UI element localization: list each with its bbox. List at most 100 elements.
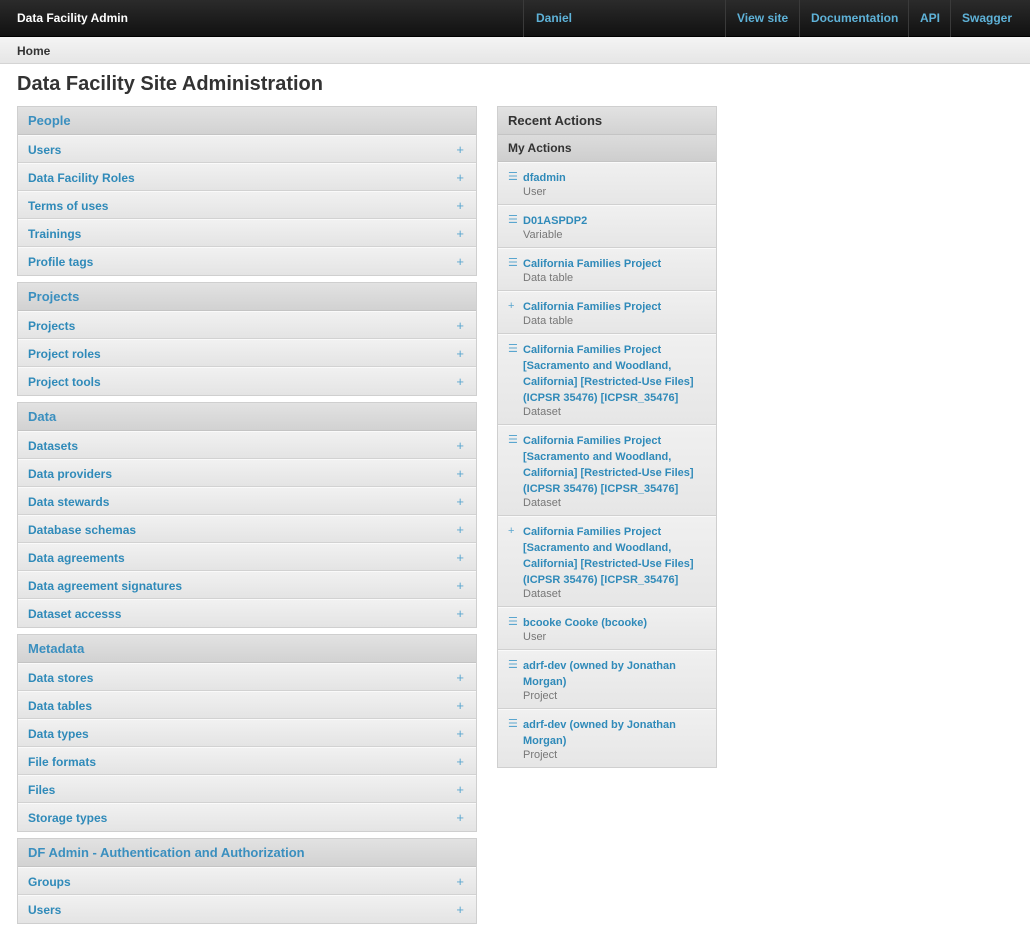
breadcrumb-home-link[interactable]: Home [17, 44, 50, 58]
add-icon: + [508, 525, 515, 537]
add-icon[interactable]: + [456, 776, 464, 803]
module-title[interactable]: Data [18, 403, 476, 431]
add-icon[interactable]: + [456, 460, 464, 487]
recent-action-link[interactable]: adrf-dev (owned by Jonathan Morgan) [523, 717, 708, 749]
model-link[interactable]: Data agreement signatures [28, 579, 182, 593]
add-icon[interactable]: + [456, 164, 464, 191]
model-link[interactable]: File formats [28, 755, 96, 769]
model-link[interactable]: Projects [28, 319, 75, 333]
model-link[interactable]: Data agreements [28, 551, 125, 565]
add-icon[interactable]: + [456, 368, 464, 395]
add-icon[interactable]: + [456, 804, 464, 831]
model-link[interactable]: Datasets [28, 439, 78, 453]
add-icon[interactable]: + [456, 896, 464, 923]
swagger-link[interactable]: Swagger [962, 11, 1012, 25]
nav-divider [950, 0, 951, 37]
module-title[interactable]: Projects [18, 283, 476, 311]
add-icon[interactable]: + [456, 600, 464, 627]
recent-action-type: Data table [523, 272, 574, 284]
page-title: Data Facility Site Administration [17, 73, 323, 95]
module-3: Metadata Data stores + Data tables + Data typ… [17, 634, 477, 832]
model-link[interactable]: Files [28, 783, 55, 797]
recent-action-type: User [523, 631, 547, 643]
add-icon[interactable]: + [456, 136, 464, 163]
recent-action-link[interactable]: bcooke Cooke (bcooke) [523, 615, 708, 631]
recent-action-link[interactable]: California Families Project [Sacramento … [523, 342, 708, 406]
recent-action-item: ☰ California Families Project Data table [498, 248, 716, 291]
model-row: Storage types + [18, 803, 476, 831]
module-0: People Users + Data Facility Roles + Terms of… [17, 106, 477, 276]
module-title[interactable]: People [18, 107, 476, 135]
model-link[interactable]: Data types [28, 727, 89, 741]
module-2: Data Datasets + Data providers + Data steward… [17, 402, 477, 628]
recent-action-link[interactable]: California Families Project [Sacramento … [523, 433, 708, 497]
my-actions-title: My Actions [498, 135, 716, 162]
model-link[interactable]: Data Facility Roles [28, 171, 135, 185]
nav-divider [523, 0, 524, 37]
add-icon[interactable]: + [456, 664, 464, 691]
model-link[interactable]: Trainings [28, 227, 81, 241]
breadcrumb: Home [0, 37, 1030, 64]
add-icon: + [508, 300, 515, 312]
add-icon[interactable]: + [456, 340, 464, 367]
app-modules: People Users + Data Facility Roles + Terms of… [17, 106, 477, 930]
site-brand[interactable]: Data Facility Admin [17, 11, 128, 25]
api-link[interactable]: API [920, 11, 940, 25]
recent-action-link[interactable]: D01ASPDP2 [523, 213, 708, 229]
add-icon[interactable]: + [456, 192, 464, 219]
add-icon[interactable]: + [456, 248, 464, 275]
recent-action-link[interactable]: California Families Project [523, 256, 708, 272]
add-icon[interactable]: + [456, 868, 464, 895]
add-icon[interactable]: + [456, 720, 464, 747]
model-link[interactable]: Data stores [28, 671, 93, 685]
add-icon[interactable]: + [456, 312, 464, 339]
recent-action-link[interactable]: California Families Project [Sacramento … [523, 524, 708, 588]
model-row: Terms of uses + [18, 191, 476, 219]
recent-actions-list: ☰ dfadmin User ☰ D01ASPDP2 Variable ☰ Californi… [498, 162, 716, 767]
model-link[interactable]: Profile tags [28, 255, 93, 269]
change-icon: ☰ [508, 718, 518, 730]
add-icon[interactable]: + [456, 748, 464, 775]
model-row: Files + [18, 775, 476, 803]
change-icon: ☰ [508, 659, 518, 671]
model-link[interactable]: Data stewards [28, 495, 109, 509]
model-link[interactable]: Users [28, 903, 61, 917]
model-link[interactable]: Groups [28, 875, 71, 889]
model-link[interactable]: Database schemas [28, 523, 136, 537]
recent-action-item: ☰ California Families Project [Sacramento… [498, 425, 716, 516]
add-icon[interactable]: + [456, 544, 464, 571]
module-title[interactable]: DF Admin - Authentication and Authorizat… [18, 839, 476, 867]
documentation-link[interactable]: Documentation [811, 11, 898, 25]
recent-action-item: ☰ California Families Project [Sacramento… [498, 334, 716, 425]
model-link[interactable]: Project tools [28, 375, 101, 389]
model-link[interactable]: Data providers [28, 467, 112, 481]
view-site-link[interactable]: View site [737, 11, 788, 25]
module-title[interactable]: Metadata [18, 635, 476, 663]
model-link[interactable]: Terms of uses [28, 199, 108, 213]
model-link[interactable]: Project roles [28, 347, 101, 361]
model-row: Data stewards + [18, 487, 476, 515]
recent-action-type: Dataset [523, 588, 561, 600]
user-menu-link[interactable]: Daniel [536, 11, 572, 25]
model-link[interactable]: Storage types [28, 811, 107, 825]
add-icon[interactable]: + [456, 488, 464, 515]
add-icon[interactable]: + [456, 220, 464, 247]
model-row: Projects + [18, 311, 476, 339]
recent-action-link[interactable]: adrf-dev (owned by Jonathan Morgan) [523, 658, 708, 690]
model-row: Data agreements + [18, 543, 476, 571]
recent-action-link[interactable]: California Families Project [523, 299, 708, 315]
recent-action-item: ☰ adrf-dev (owned by Jonathan Morgan) Proj… [498, 650, 716, 709]
nav-divider [908, 0, 909, 37]
nav-divider [725, 0, 726, 37]
add-icon[interactable]: + [456, 516, 464, 543]
model-link[interactable]: Data tables [28, 699, 92, 713]
model-row: Data types + [18, 719, 476, 747]
model-row: Profile tags + [18, 247, 476, 275]
recent-action-item: ☰ adrf-dev (owned by Jonathan Morgan) Proj… [498, 709, 716, 767]
add-icon[interactable]: + [456, 692, 464, 719]
add-icon[interactable]: + [456, 572, 464, 599]
model-link[interactable]: Dataset accesss [28, 607, 121, 621]
model-link[interactable]: Users [28, 143, 61, 157]
recent-action-link[interactable]: dfadmin [523, 170, 708, 186]
add-icon[interactable]: + [456, 432, 464, 459]
